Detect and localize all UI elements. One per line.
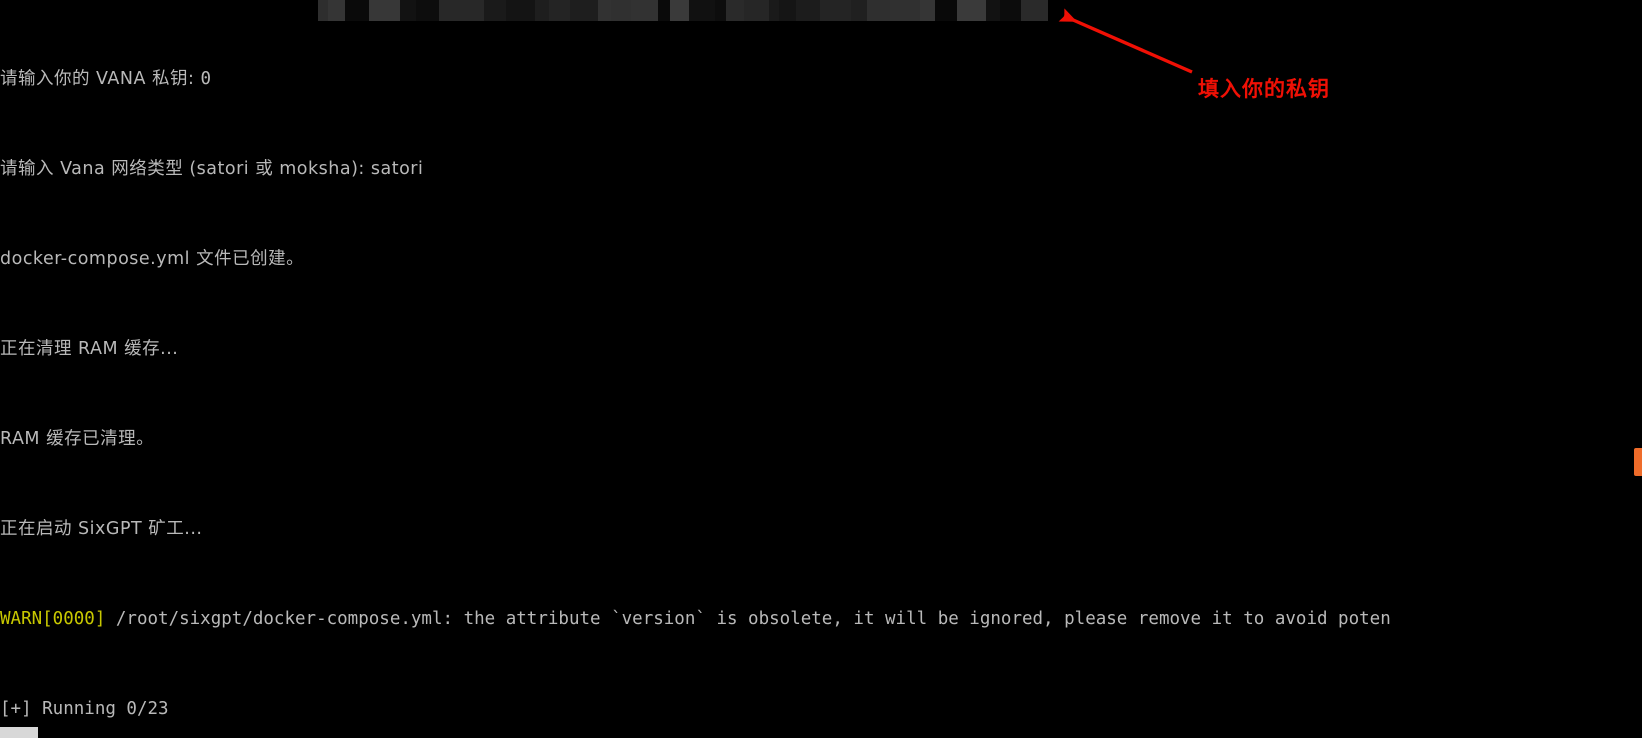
- private-key-value: 0: [200, 68, 212, 89]
- right-edge-marker: [1634, 448, 1642, 476]
- scrollbar-thumb[interactable]: [0, 727, 38, 738]
- terminal-line-running-status: [+] Running 0/23: [0, 698, 169, 719]
- terminal-line-network-prompt: 请输入 Vana 网络类型 (satori 或 moksha): satori: [0, 158, 424, 179]
- warn-tag: WARN[0000]: [0, 608, 106, 629]
- terminal-line-compose-created: docker-compose.yml 文件已创建。: [0, 248, 305, 269]
- terminal-line-warning: WARN[0000] /root/sixgpt/docker-compose.y…: [0, 608, 1642, 631]
- terminal-line-starting-miner: 正在启动 SixGPT 矿工...: [0, 518, 203, 539]
- terminal-window[interactable]: 请输入你的 VANA 私钥: 0 请输入 Vana 网络类型 (satori 或…: [0, 0, 1642, 738]
- terminal-line-clearing-ram: 正在清理 RAM 缓存...: [0, 338, 179, 359]
- warn-message: /root/sixgpt/docker-compose.yml: the att…: [105, 608, 1391, 629]
- private-key-prompt-label: 请输入你的 VANA 私钥:: [0, 68, 201, 89]
- terminal-line-ram-cleared: RAM 缓存已清理。: [0, 428, 155, 449]
- annotation-label: 填入你的私钥: [1198, 77, 1330, 101]
- terminal-line-private-key: 请输入你的 VANA 私钥: 0: [0, 68, 1642, 91]
